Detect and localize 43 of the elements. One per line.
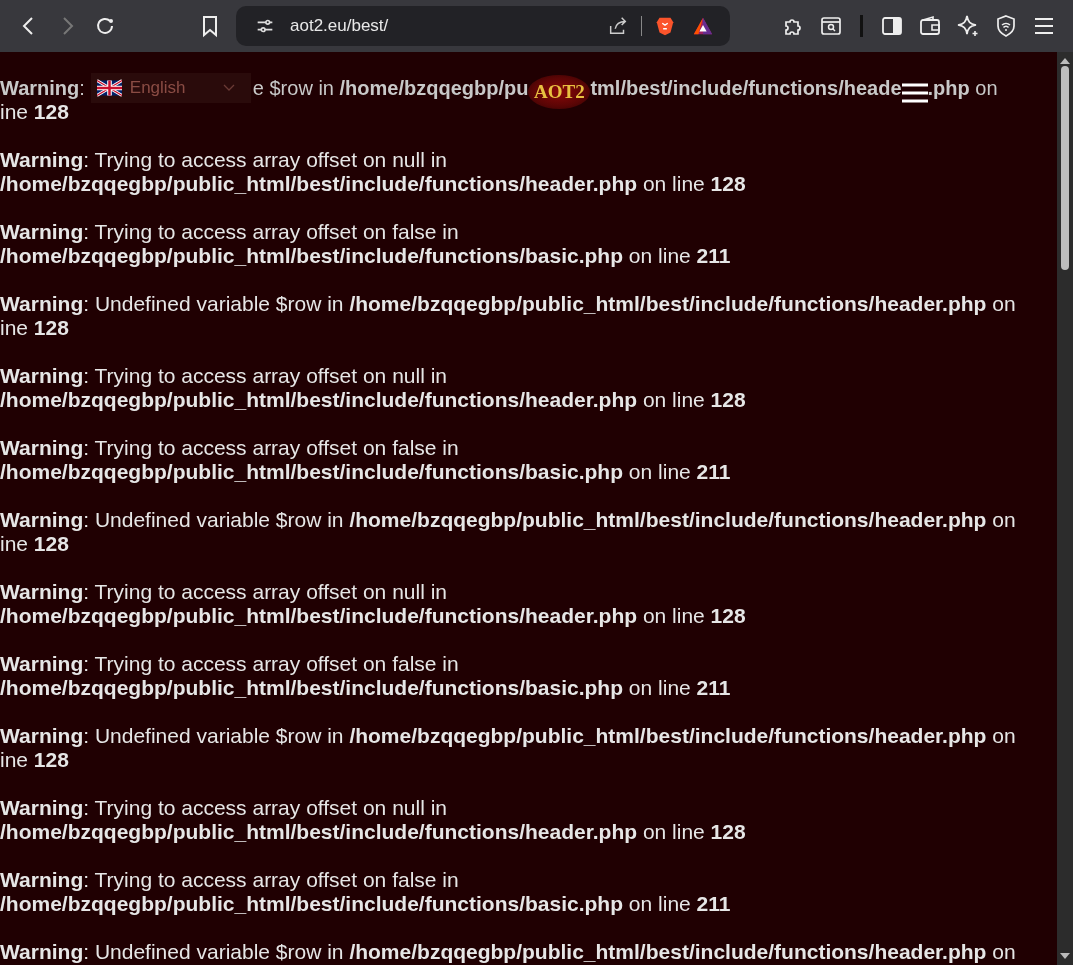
sidebar-icon[interactable] — [880, 14, 904, 38]
warning-text: /home/bzqqegbp/public_html/best/include/functions/basic.php on line 211 — [0, 460, 732, 484]
warning-text: Warning: Trying to access array offset on null in — [0, 580, 448, 604]
warning-text: Warning: Trying to access array offset on null in — [0, 364, 448, 388]
warning-text: Warning: Undefined variable $row in /home/bzqqegbp/public_html/best/include/functions/header.php on — [0, 508, 1017, 532]
warning-text: Warning: Undefined variable $row in /home/bzqqegbp/public_html/best/include/functions/header.php on — [0, 724, 1017, 748]
warning-text: Warning: — [0, 76, 85, 100]
site-logo[interactable]: AOT2 — [528, 75, 591, 109]
warning-text: Warning: Undefined variable $row in /home/bzqqegbp/public_html/best/include/functions/header.php on — [0, 940, 1017, 964]
warning-text: Warning: Undefined variable $row in /home/bzqqegbp/public_html/best/include/functions/header.php on — [0, 292, 1017, 316]
warning-text: Warning: Trying to access array offset on null in — [0, 796, 448, 820]
search-page-icon[interactable] — [819, 14, 844, 38]
warning-text: Warning: Trying to access array offset on null in — [0, 148, 448, 172]
warning-text: ine 128 — [0, 532, 70, 556]
scroll-down-icon[interactable] — [1060, 953, 1070, 959]
warning-text: e $row in /home/bzqqegbp/pu — [252, 76, 529, 100]
chevron-icon — [222, 84, 235, 92]
warning-text: ine 128 — [0, 748, 70, 772]
address-bar[interactable]: aot2.eu/best/ — [236, 6, 731, 46]
warning-text: Warning: Trying to access array offset on false in — [0, 220, 460, 244]
warning-text: /home/bzqqegbp/public_html/best/include/functions/basic.php on line 211 — [0, 892, 732, 916]
warning-text: Warning: Trying to access array offset on false in — [0, 868, 460, 892]
warning-text: ine 128 — [0, 100, 70, 124]
warning-text: /home/bzqqegbp/public_html/best/include/functions/header.php on line 128 — [0, 820, 747, 844]
menu-icon[interactable] — [901, 83, 928, 103]
scrollbar-thumb[interactable] — [1061, 66, 1069, 270]
scrollbar[interactable] — [1057, 52, 1073, 965]
shield-icon[interactable] — [994, 14, 1018, 38]
scroll-up-icon[interactable] — [1060, 58, 1070, 64]
warning-text: /home/bzqqegbp/public_html/best/include/functions/header.php on line 128 — [0, 388, 747, 412]
url-text: aot2.eu/best/ — [290, 16, 390, 36]
warning-text: .php on — [927, 76, 998, 100]
warning-text: ine 128 — [0, 316, 70, 340]
warning-text: /home/bzqqegbp/public_html/best/include/functions/basic.php on line 211 — [0, 244, 732, 268]
warning-text: /home/bzqqegbp/public_html/best/include/functions/header.php on line 128 — [0, 604, 747, 628]
warning-text: Warning: Trying to access array offset on false in — [0, 652, 460, 676]
warning-text: Warning: Trying to access array offset on false in — [0, 436, 460, 460]
wallet-icon[interactable] — [918, 14, 942, 38]
sparkle-icon[interactable] — [956, 14, 980, 38]
flag-icon — [96, 79, 122, 97]
warning-text: /home/bzqqegbp/public_html/best/include/functions/header.php on line 128 — [0, 172, 747, 196]
warning-text: /home/bzqqegbp/public_html/best/include/functions/basic.php on line 211 — [0, 676, 732, 700]
warning-text: tml/best/include/functions/heade — [590, 76, 902, 100]
